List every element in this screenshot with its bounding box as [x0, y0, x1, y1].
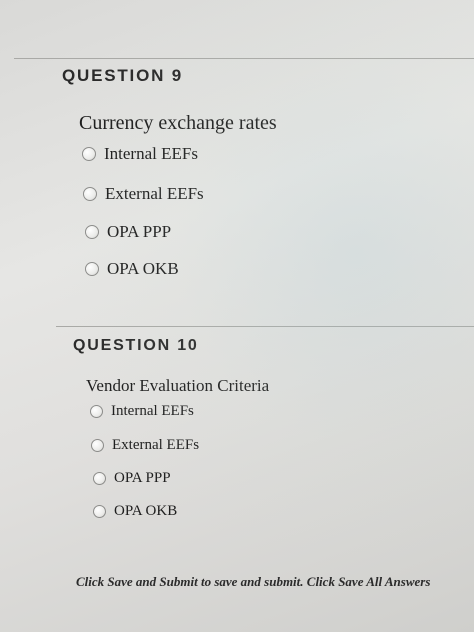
radio-button[interactable] [93, 472, 106, 485]
option-label: OPA PPP [114, 470, 171, 486]
answer-option-external-eefs[interactable]: External EEFs [83, 184, 204, 204]
option-label: Internal EEFs [104, 144, 198, 163]
option-label: OPA PPP [107, 222, 172, 241]
option-label: OPA OKB [114, 503, 178, 519]
radio-button[interactable] [85, 225, 99, 239]
answer-option-opa-ppp[interactable]: OPA PPP [85, 222, 171, 242]
radio-button[interactable] [90, 405, 103, 418]
question-text: Vendor Evaluation Criteria [86, 376, 270, 395]
option-label: External EEFs [105, 184, 204, 203]
answer-option-opa-okb[interactable]: OPA OKB [85, 259, 179, 279]
question-header: QUESTION 10 [73, 337, 199, 354]
radio-button[interactable] [82, 147, 96, 161]
answer-option-internal-eefs[interactable]: Internal EEFs [90, 403, 194, 420]
quiz-page: QUESTION 9 Currency exchange rates Inter… [0, 0, 474, 632]
answer-option-opa-okb[interactable]: OPA OKB [93, 503, 177, 520]
radio-button[interactable] [93, 505, 106, 518]
option-label: Internal EEFs [111, 403, 194, 419]
option-label: External EEFs [112, 437, 200, 453]
radio-button[interactable] [85, 262, 99, 276]
section-divider [56, 326, 474, 327]
answer-option-external-eefs[interactable]: External EEFs [91, 437, 199, 454]
question-text: Currency exchange rates [79, 112, 277, 134]
radio-button[interactable] [91, 439, 104, 452]
answer-option-internal-eefs[interactable]: Internal EEFs [82, 144, 198, 164]
option-label: OPA OKB [107, 259, 179, 278]
radio-button[interactable] [83, 187, 97, 201]
section-divider [14, 58, 474, 59]
answer-option-opa-ppp[interactable]: OPA PPP [93, 470, 171, 487]
screen-glare [0, 0, 474, 632]
question-header: QUESTION 9 [62, 66, 183, 85]
submit-instructions: Click Save and Submit to save and submit… [76, 574, 431, 589]
